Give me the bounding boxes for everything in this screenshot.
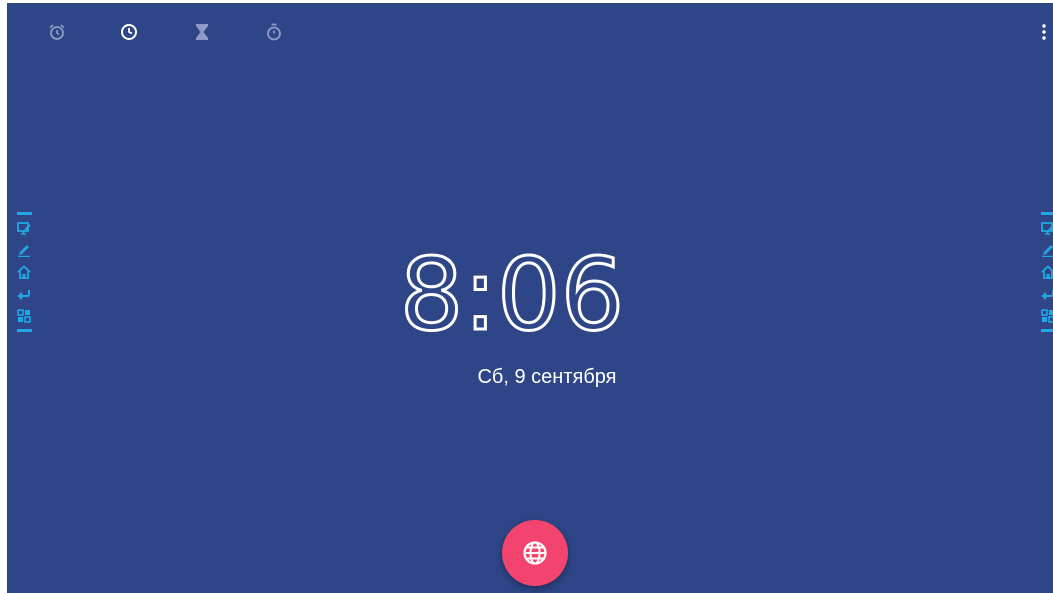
apps-button[interactable] (15, 305, 33, 327)
home-button[interactable] (1039, 261, 1053, 283)
back-button[interactable] (15, 283, 33, 305)
tab-timer[interactable] (189, 19, 215, 45)
world-clock-button[interactable] (502, 520, 568, 586)
toolbar-handle-bottom[interactable] (16, 329, 32, 332)
digital-clock: 8:06 (398, 235, 626, 344)
clock-time: 8:06 (400, 236, 625, 343)
pen-button[interactable] (15, 239, 33, 261)
more-vert-icon (1042, 24, 1046, 40)
home-icon (17, 265, 31, 279)
pen-icon (1042, 245, 1053, 257)
pen-icon (18, 245, 30, 257)
screen-annotate-button[interactable] (15, 217, 33, 239)
apps-button[interactable] (1039, 305, 1053, 327)
toolbar-handle-top[interactable] (1040, 212, 1053, 215)
screen-annotate-icon (17, 222, 31, 235)
tab-clock[interactable] (116, 19, 142, 45)
back-icon (17, 290, 30, 300)
screen-annotate-button[interactable] (1039, 217, 1053, 239)
clock-date: Сб, 9 сентября (477, 366, 617, 388)
stopwatch-icon (267, 23, 281, 41)
apps-icon (1041, 309, 1053, 323)
overflow-menu-button[interactable] (1037, 19, 1051, 45)
screen-annotate-icon (1041, 222, 1053, 235)
right-side-toolbar (1039, 210, 1053, 334)
tab-alarm[interactable] (44, 19, 70, 45)
toolbar-handle-top[interactable] (16, 212, 32, 215)
clock-icon (121, 24, 137, 40)
tab-bar (7, 3, 327, 59)
tab-stopwatch[interactable] (261, 19, 287, 45)
left-side-toolbar (15, 210, 33, 334)
globe-icon (523, 541, 547, 565)
apps-icon (17, 309, 31, 323)
pen-button[interactable] (1039, 239, 1053, 261)
toolbar-handle-bottom[interactable] (1040, 329, 1053, 332)
home-button[interactable] (15, 261, 33, 283)
home-icon (1041, 265, 1053, 279)
hourglass-icon (196, 24, 208, 40)
back-icon (1041, 290, 1053, 300)
alarm-clock-icon (49, 24, 65, 40)
back-button[interactable] (1039, 283, 1053, 305)
clock-app-screen: 8:06 Сб, 9 сентября (7, 3, 1053, 593)
